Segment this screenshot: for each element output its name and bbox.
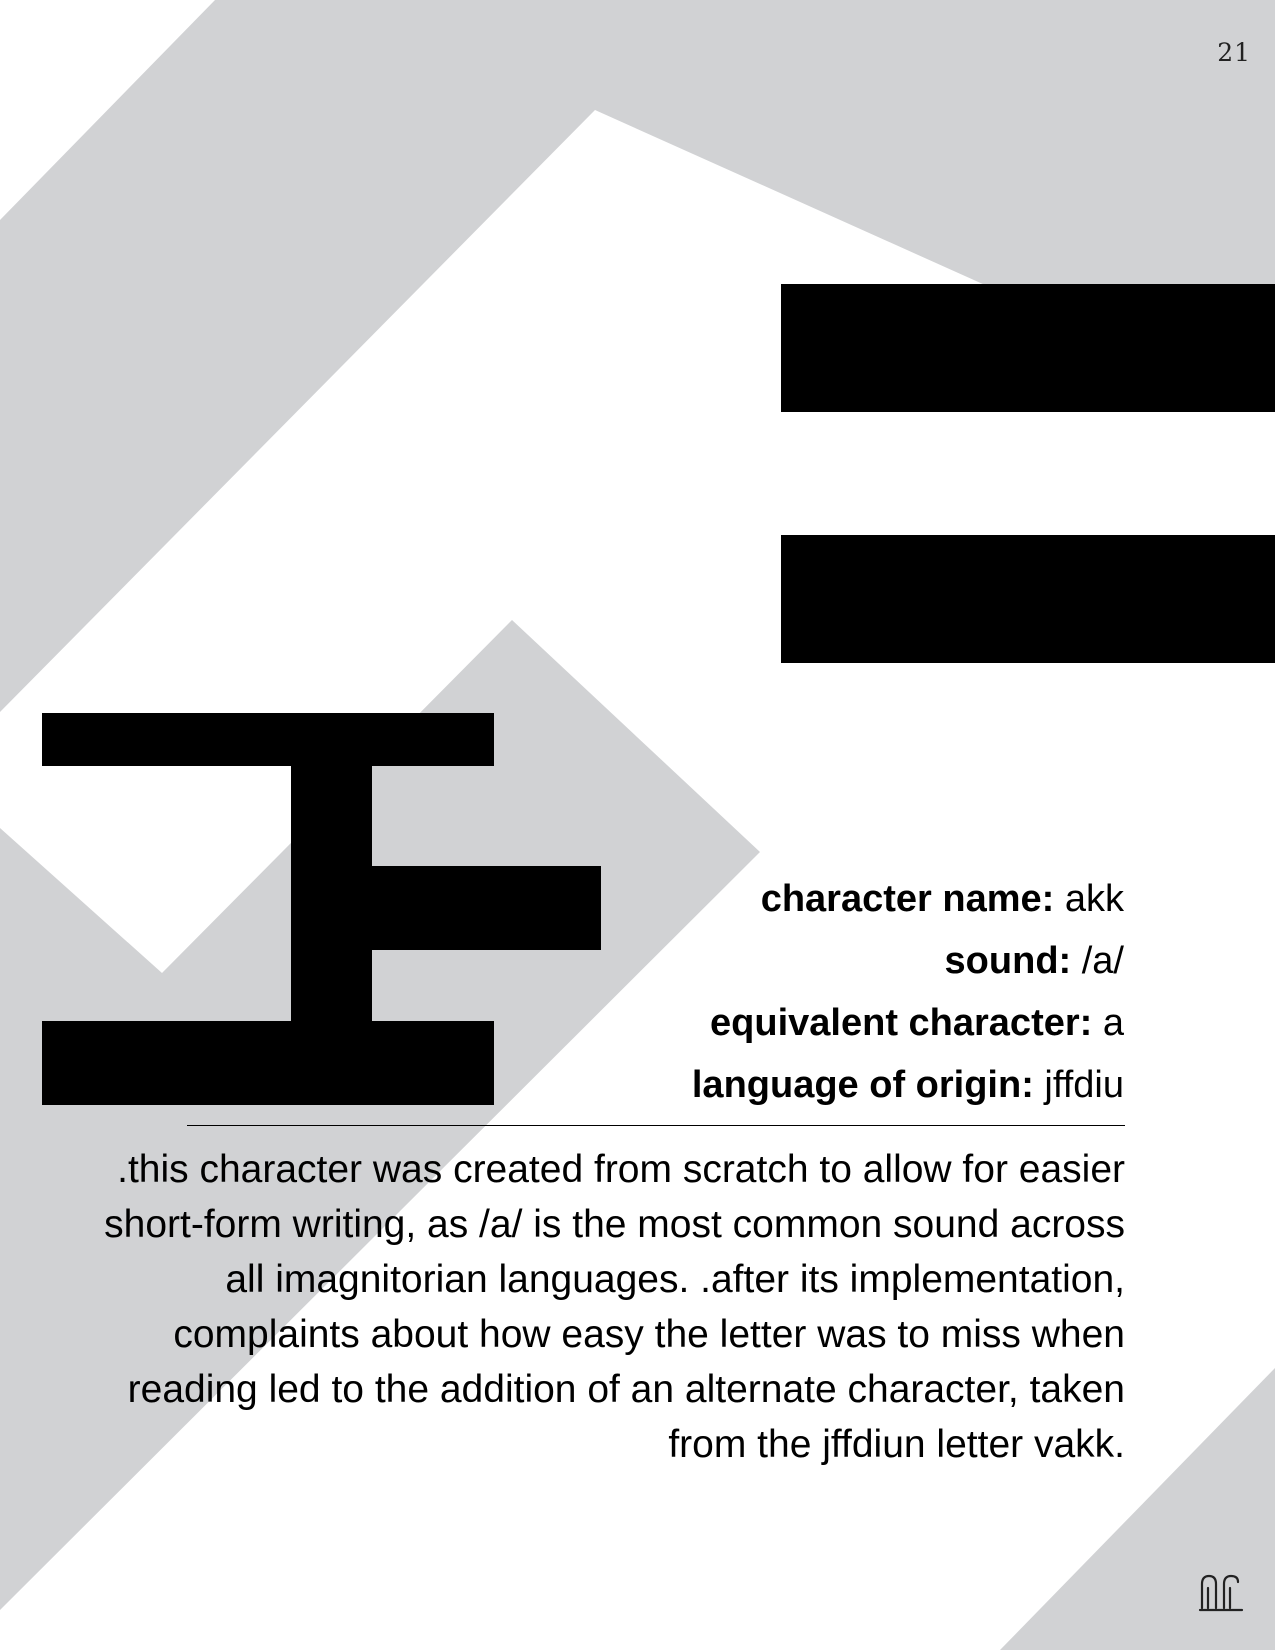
alt-glyph-lower-bar: [781, 535, 1275, 663]
character-name-value: akk: [1054, 878, 1124, 920]
language-of-origin-line: language of origin: jffdiu: [692, 1054, 1124, 1116]
glyph-top-stroke: [42, 713, 494, 766]
page-number: 21: [1217, 38, 1251, 67]
alt-glyph-upper-bar: [781, 284, 1275, 412]
character-name-line: character name: akk: [692, 868, 1124, 930]
language-of-origin-value: jffdiu: [1033, 1064, 1124, 1106]
equivalent-character-label: equivalent character:: [710, 1002, 1093, 1044]
character-description: .this character was created from scratch…: [104, 1148, 1125, 1466]
glyph-stem: [291, 766, 372, 1021]
sound-value: /a/: [1071, 940, 1124, 982]
language-of-origin-label: language of origin:: [691, 1064, 1034, 1106]
sound-line: sound: /a/: [692, 930, 1124, 992]
sound-label: sound:: [944, 940, 1072, 982]
equivalent-character-line: equivalent character: a: [692, 992, 1124, 1054]
glyph-middle-arm: [372, 866, 601, 950]
glyph-bottom-stroke: [42, 1021, 494, 1105]
equivalent-character-value: a: [1092, 1002, 1124, 1044]
character-name-label: character name:: [760, 878, 1055, 920]
section-divider: [187, 1125, 1125, 1126]
script-glyph-logo-icon: [1198, 1574, 1244, 1612]
character-info: character name: akk sound: /a/ equivalen…: [692, 868, 1124, 1116]
